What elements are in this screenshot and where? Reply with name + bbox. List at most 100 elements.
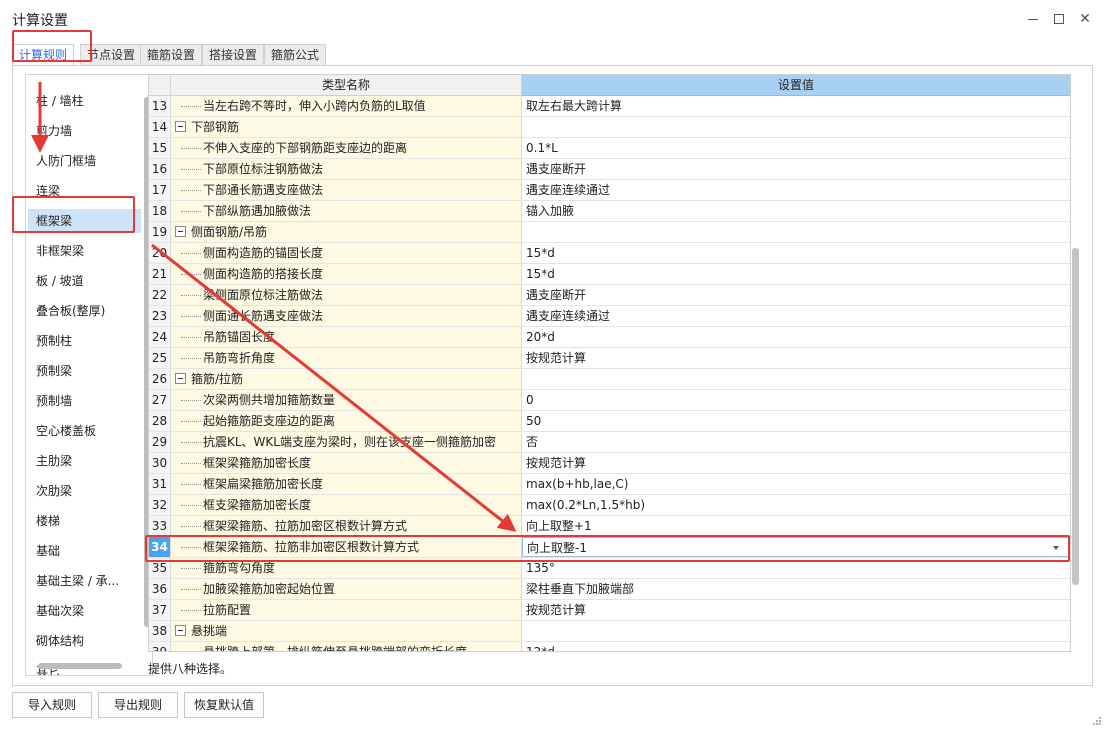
list-item[interactable]: 非框架梁	[36, 239, 136, 263]
row-value-cell[interactable]: 遇支座断开	[522, 159, 1070, 179]
collapse-icon[interactable]	[175, 226, 186, 237]
row-number: 18	[149, 201, 171, 221]
row-value-cell[interactable]: 0.1*L	[522, 138, 1070, 158]
list-item[interactable]: 剪力墙	[36, 119, 136, 143]
table-row[interactable]: 27 次梁两侧共增加箍筋数量 0	[149, 390, 1070, 411]
row-value-cell[interactable]: 向上取整+1	[522, 516, 1070, 536]
row-value-cell[interactable]: 按规范计算	[522, 453, 1070, 473]
row-value-cell[interactable]	[522, 117, 1070, 137]
list-item[interactable]: 预制梁	[36, 359, 136, 383]
list-horizontal-scrollbar[interactable]	[38, 663, 122, 669]
table-row[interactable]: 23 侧面通长筋遇支座做法 遇支座连续通过	[149, 306, 1070, 327]
row-value-cell[interactable]: 50	[522, 411, 1070, 431]
table-row[interactable]: 32 框支梁箍筋加密长度 max(0.2*Ln,1.5*hb)	[149, 495, 1070, 516]
table-group-row[interactable]: 38 悬挑端	[149, 621, 1070, 642]
row-value-cell[interactable]	[522, 369, 1070, 389]
row-value-text: 15*d	[526, 246, 555, 260]
import-rules-button[interactable]: 导入规则	[12, 692, 92, 718]
row-value-cell[interactable]: 按规范计算	[522, 348, 1070, 368]
row-value-cell[interactable]: 梁柱垂直下加腋端部	[522, 579, 1070, 599]
table-row[interactable]: 39 悬挑跨上部第一排纵筋伸至悬挑跨端部的弯折长度 12*d	[149, 642, 1070, 652]
export-rules-button[interactable]: 导出规则	[98, 692, 178, 718]
row-name-text: 框支梁箍筋加密长度	[203, 498, 312, 512]
list-item[interactable]: 柱 / 墙柱	[36, 89, 136, 113]
list-item[interactable]: 预制墙	[36, 389, 136, 413]
row-value-cell[interactable]: max(0.2*Ln,1.5*hb)	[522, 495, 1070, 515]
row-value-cell[interactable]: 按规范计算	[522, 600, 1070, 620]
list-item[interactable]: 人防门框墙	[36, 149, 136, 173]
list-item[interactable]: 空心楼盖板	[36, 419, 136, 443]
row-value-cell[interactable]: 15*d	[522, 264, 1070, 284]
row-name-text: 吊筋弯折角度	[203, 351, 276, 365]
table-row[interactable]: 21 侧面构造筋的搭接长度 15*d	[149, 264, 1070, 285]
row-name-cell: 框架扁梁箍筋加密长度	[171, 474, 522, 494]
table-row[interactable]: 18 下部纵筋遇加腋做法 锚入加腋	[149, 201, 1070, 222]
row-value-text: 向上取整+1	[526, 519, 592, 533]
row-number: 20	[149, 243, 171, 263]
table-row[interactable]: 22 梁侧面原位标注筋做法 遇支座断开	[149, 285, 1070, 306]
grid-vertical-scrollbar[interactable]	[1072, 248, 1079, 585]
table-row[interactable]: 28 起始箍筋距支座边的距离 50	[149, 411, 1070, 432]
column-header-name[interactable]: 类型名称	[171, 75, 522, 96]
tab-stirrup-formula[interactable]: 箍筋公式	[264, 44, 327, 66]
row-name-cell: 加腋梁箍筋加密起始位置	[171, 579, 522, 599]
row-value-text: 12*d	[526, 645, 555, 652]
list-item[interactable]: 预制柱	[36, 329, 136, 353]
row-value-cell[interactable]	[522, 222, 1070, 242]
row-value-cell[interactable]: 遇支座连续通过	[522, 306, 1070, 326]
tab-stirrup-settings[interactable]: 箍筋设置	[140, 44, 203, 66]
row-value-cell[interactable]: 遇支座连续通过	[522, 180, 1070, 200]
row-value-cell[interactable]: 取左右最大跨计算	[522, 96, 1070, 116]
list-item[interactable]: 主肋梁	[36, 449, 136, 473]
table-row[interactable]: 25 吊筋弯折角度 按规范计算	[149, 348, 1070, 369]
list-item[interactable]: 基础次梁	[36, 599, 136, 623]
table-row[interactable]: 37 拉筋配置 按规范计算	[149, 600, 1070, 621]
table-row[interactable]: 36 加腋梁箍筋加密起始位置 梁柱垂直下加腋端部	[149, 579, 1070, 600]
close-icon[interactable]: ✕	[1074, 8, 1096, 30]
collapse-icon[interactable]	[175, 625, 186, 636]
table-row[interactable]: 16 下部原位标注钢筋做法 遇支座断开	[149, 159, 1070, 180]
list-item[interactable]: 叠合板(整厚)	[36, 299, 136, 323]
table-row[interactable]: 31 框架扁梁箍筋加密长度 max(b+hb,lae,C)	[149, 474, 1070, 495]
table-row[interactable]: 30 框架梁箍筋加密长度 按规范计算	[149, 453, 1070, 474]
table-row[interactable]: 24 吊筋锚固长度 20*d	[149, 327, 1070, 348]
row-value-cell[interactable]	[522, 621, 1070, 641]
table-group-row[interactable]: 26 箍筋/拉筋	[149, 369, 1070, 390]
maximize-icon[interactable]	[1048, 8, 1070, 30]
minimize-icon[interactable]	[1022, 8, 1044, 30]
row-value-cell[interactable]: 遇支座断开	[522, 285, 1070, 305]
row-value-text: 遇支座断开	[526, 288, 587, 302]
list-item[interactable]: 基础	[36, 539, 136, 563]
row-value-cell[interactable]: 0	[522, 390, 1070, 410]
table-row[interactable]: 13 当左右跨不等时，伸入小跨内负筋的L取值 取左右最大跨计算	[149, 96, 1070, 117]
table-row[interactable]: 15 不伸入支座的下部钢筋距支座边的距离 0.1*L	[149, 138, 1070, 159]
row-value-cell[interactable]: 12*d	[522, 642, 1070, 652]
table-row[interactable]: 33 框架梁箍筋、拉筋加密区根数计算方式 向上取整+1	[149, 516, 1070, 537]
row-value-cell[interactable]: 15*d	[522, 243, 1070, 263]
restore-defaults-button[interactable]: 恢复默认值	[184, 692, 264, 718]
tab-lap-settings[interactable]: 搭接设置	[202, 44, 265, 66]
table-row[interactable]: 29 抗震KL、WKL端支座为梁时，则在该支座一侧箍筋加密 否	[149, 432, 1070, 453]
row-value-text: 遇支座连续通过	[526, 183, 611, 197]
list-item[interactable]: 基础主梁 / 承...	[36, 569, 136, 593]
list-item[interactable]: 次肋梁	[36, 479, 136, 503]
table-group-row[interactable]: 19 侧面钢筋/吊筋	[149, 222, 1070, 243]
row-value-cell[interactable]: max(b+hb,lae,C)	[522, 474, 1070, 494]
list-item[interactable]: 砌体结构	[36, 629, 136, 653]
collapse-icon[interactable]	[175, 121, 186, 132]
column-header-value[interactable]: 设置值	[522, 75, 1070, 96]
tree-line	[181, 484, 201, 485]
row-value-cell[interactable]: 否	[522, 432, 1070, 452]
collapse-icon[interactable]	[175, 373, 186, 384]
annotation-box-tab	[12, 30, 92, 62]
tree-line	[181, 505, 201, 506]
table-row[interactable]: 17 下部通长筋遇支座做法 遇支座连续通过	[149, 180, 1070, 201]
row-value-cell[interactable]: 锚入加腋	[522, 201, 1070, 221]
table-row[interactable]: 20 侧面构造筋的锚固长度 15*d	[149, 243, 1070, 264]
table-group-row[interactable]: 14 下部钢筋	[149, 117, 1070, 138]
row-value-cell[interactable]: 20*d	[522, 327, 1070, 347]
list-item[interactable]: 板 / 坡道	[36, 269, 136, 293]
list-item[interactable]: 楼梯	[36, 509, 136, 533]
tree-line	[181, 190, 201, 191]
resize-grip-icon[interactable]	[1092, 716, 1102, 726]
